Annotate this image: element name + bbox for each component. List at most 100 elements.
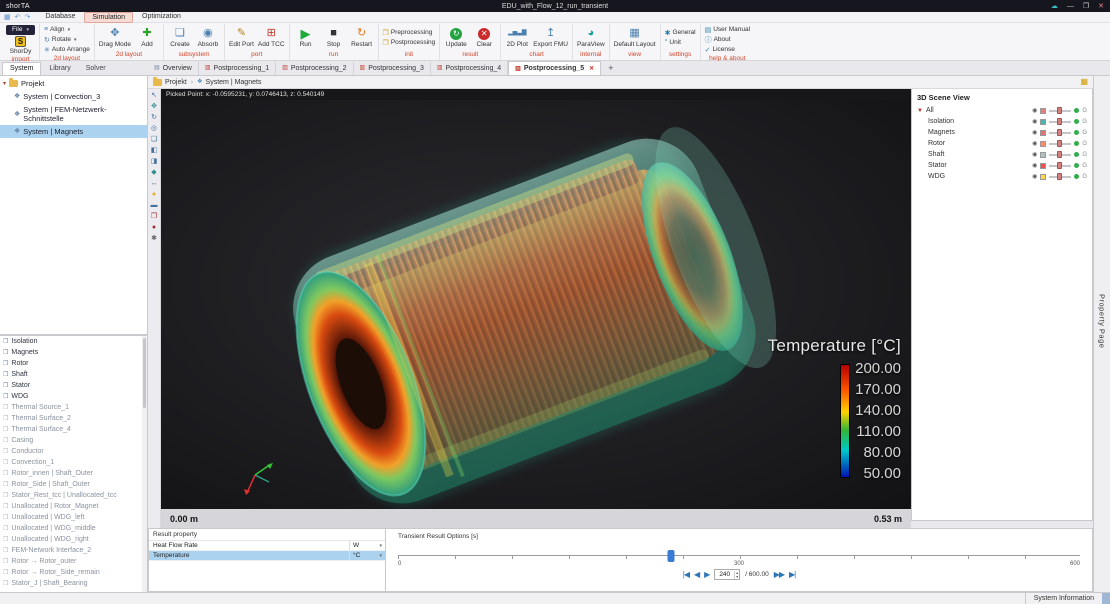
list-item[interactable]: ❒ Casing: [0, 435, 147, 446]
2d-plot-button[interactable]: ▂▅▃▇ 2D Plot: [505, 27, 529, 48]
list-item[interactable]: ❒ Stator_Rest_tcc | Unallocated_tcc: [0, 490, 147, 501]
list-item[interactable]: ❒ Rotor_Side | Shaft_Outer: [0, 479, 147, 490]
layout-grid-icon[interactable]: ▦: [1080, 78, 1088, 86]
group-toggle[interactable]: G: [1082, 119, 1087, 125]
general-button[interactable]: ✱ General: [665, 28, 696, 37]
project-tree-root[interactable]: ▾ Projekt: [0, 76, 147, 90]
group-toggle[interactable]: G: [1082, 130, 1087, 136]
skip-to-end-button[interactable]: ▶|: [789, 571, 795, 579]
visibility-eye-icon[interactable]: ◉: [1032, 152, 1037, 158]
preprocessing-button[interactable]: ❒ Preprocessing: [383, 28, 433, 37]
shordy-button[interactable]: S ShorDy: [10, 36, 32, 55]
visibility-eye-icon[interactable]: ◉: [1032, 141, 1037, 147]
front-view-icon[interactable]: ◧: [149, 146, 160, 156]
result-row-temperature[interactable]: Temperature °C ▾: [149, 551, 385, 561]
clear-button[interactable]: ✕ Clear: [472, 28, 496, 48]
menu-tab-database[interactable]: Database: [38, 12, 82, 23]
scene-settings-icon[interactable]: ✱: [149, 234, 160, 244]
list-item[interactable]: ❒ Thermal Surface_2: [0, 413, 147, 424]
list-item[interactable]: ❒ Stator_J | Shaft_Bearing: [0, 578, 147, 589]
file-menu-button[interactable]: File ▾: [6, 25, 35, 35]
scene-item-wdg[interactable]: WDG ◉ G: [912, 171, 1092, 182]
menu-tab-simulation[interactable]: Simulation: [84, 12, 133, 23]
group-toggle[interactable]: G: [1082, 141, 1087, 147]
record-icon[interactable]: ●: [149, 223, 160, 233]
cloud-sync-icon[interactable]: ☁: [1051, 3, 1058, 10]
pan-tool-icon[interactable]: ✥: [149, 102, 160, 112]
side-view-icon[interactable]: ◨: [149, 157, 160, 167]
skip-to-start-button[interactable]: |◀: [683, 571, 689, 579]
add-tcc-button[interactable]: ⊞ Add TCC: [258, 27, 285, 48]
color-swatch[interactable]: [1040, 119, 1046, 125]
list-item[interactable]: ❒ Magnets: [0, 347, 147, 358]
group-toggle[interactable]: G: [1082, 108, 1087, 114]
list-item[interactable]: ❒ Unallocated | WDG_middle: [0, 523, 147, 534]
timeline-handle[interactable]: [667, 550, 674, 562]
scene-item-rotor[interactable]: Rotor ◉ G: [912, 138, 1092, 149]
unit-dropdown[interactable]: W ▾: [349, 541, 385, 550]
paraview-button[interactable]: ◕ ParaView: [577, 27, 605, 48]
timeline-slider[interactable]: 0 300 600: [398, 548, 1080, 564]
list-scrollbar[interactable]: [142, 336, 147, 592]
close-button[interactable]: ✕: [1098, 3, 1104, 10]
create-button[interactable]: ❏ Create: [168, 27, 192, 48]
tab-postprocessing-2[interactable]: ▥ Postprocessing_2 ✕: [276, 61, 353, 75]
color-swatch[interactable]: [1040, 108, 1046, 114]
add-button[interactable]: ✚ Add: [135, 27, 159, 48]
postprocessing-button[interactable]: ❒ Postprocessing: [383, 38, 436, 47]
unit-button[interactable]: ° Unit: [665, 38, 681, 47]
edit-port-button[interactable]: ✎ Edit Port: [229, 27, 254, 48]
tab-postprocessing-4[interactable]: ▥ Postprocessing_4 ✕: [431, 61, 508, 75]
tab-postprocessing-1[interactable]: ▥ Postprocessing_1 ✕: [199, 61, 276, 75]
undo-icon[interactable]: ↶: [15, 14, 21, 21]
stop-button[interactable]: ■ Stop: [322, 27, 346, 48]
tab-close-icon[interactable]: ✕: [589, 65, 594, 72]
spinner-down-icon[interactable]: ▾: [736, 575, 738, 579]
breadcrumb-item-projekt[interactable]: Projekt: [153, 79, 187, 86]
save-icon[interactable]: ▦: [4, 14, 11, 21]
breadcrumb-item-magnets[interactable]: ❖ System | Magnets: [197, 79, 261, 86]
opacity-slider[interactable]: [1049, 154, 1071, 156]
opacity-slider[interactable]: [1049, 176, 1071, 178]
list-item[interactable]: ❒ Unallocated | WDG_right: [0, 534, 147, 545]
minimize-button[interactable]: —: [1067, 3, 1074, 10]
light-icon[interactable]: ●: [149, 190, 160, 200]
list-item[interactable]: ❒ Rotor → Rotor_outer: [0, 556, 147, 567]
tree-item-convection-3[interactable]: ❖ System | Convection_3: [0, 90, 147, 103]
scene-root-row[interactable]: ▼ All ◉ G: [912, 105, 1092, 116]
color-swatch[interactable]: [1040, 163, 1046, 169]
scene-item-shaft[interactable]: Shaft ◉ G: [912, 149, 1092, 160]
visibility-eye-icon[interactable]: ◉: [1032, 108, 1037, 114]
list-item[interactable]: ❒ Rotor_innen | Shaft_Outer: [0, 468, 147, 479]
visibility-eye-icon[interactable]: ◉: [1032, 119, 1037, 125]
tree-expand-icon[interactable]: ▾: [3, 81, 6, 87]
scene-item-magnets[interactable]: Magnets ◉ G: [912, 127, 1092, 138]
default-layout-button[interactable]: ▦ Default Layout: [614, 27, 656, 48]
about-button[interactable]: ⓘ About: [705, 35, 731, 44]
list-item[interactable]: ❒ Thermal Source_1: [0, 402, 147, 413]
group-toggle[interactable]: G: [1082, 163, 1087, 169]
color-swatch[interactable]: [1040, 141, 1046, 147]
list-item[interactable]: ❒ Convection_1: [0, 457, 147, 468]
tree-expand-icon[interactable]: ▼: [917, 108, 923, 114]
maximize-button[interactable]: ❐: [1083, 3, 1089, 10]
scene-item-stator[interactable]: Stator ◉ G: [912, 160, 1092, 171]
license-button[interactable]: ✓ License: [705, 45, 735, 54]
3d-viewport-canvas[interactable]: Temperature [°C] 200.00170.00140.00110.0…: [161, 100, 911, 509]
list-item[interactable]: ❒ Unallocated | WDG_left: [0, 512, 147, 523]
user-manual-button[interactable]: ▤ User Manual: [705, 25, 750, 34]
opacity-slider[interactable]: [1049, 143, 1071, 145]
list-item[interactable]: ❒ Rotor: [0, 358, 147, 369]
list-item[interactable]: ❒ Rotor → Rotor_Side_remain: [0, 567, 147, 578]
list-item[interactable]: ❒ Isolation: [0, 336, 147, 347]
play-button[interactable]: ▶: [704, 571, 709, 579]
new-tab-button[interactable]: +: [601, 61, 620, 75]
export-fmu-button[interactable]: ↥ Export FMU: [533, 27, 568, 48]
unit-dropdown[interactable]: °C ▾: [349, 551, 385, 560]
list-item[interactable]: ❒ Shaft: [0, 369, 147, 380]
list-item[interactable]: ❒ WDG: [0, 391, 147, 402]
visibility-eye-icon[interactable]: ◉: [1032, 130, 1037, 136]
tab-library[interactable]: Library: [42, 63, 77, 75]
system-information-button[interactable]: System Information: [1025, 593, 1102, 604]
list-item[interactable]: ❒ Unallocated | Rotor_Magnet: [0, 501, 147, 512]
